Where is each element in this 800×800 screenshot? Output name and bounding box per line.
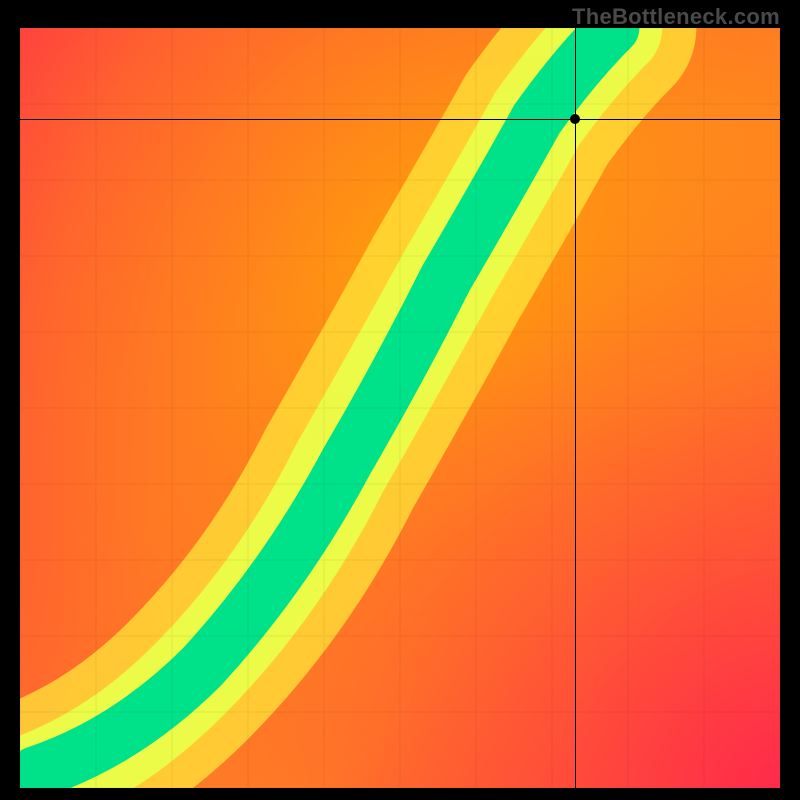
heatmap-svg — [20, 28, 780, 788]
crosshair-vertical — [575, 28, 576, 788]
marker-dot — [570, 114, 580, 124]
chart-page: TheBottleneck.com — [0, 0, 800, 800]
heatmap-plot — [20, 28, 780, 788]
watermark-text: TheBottleneck.com — [572, 4, 780, 30]
crosshair-horizontal — [20, 119, 780, 120]
